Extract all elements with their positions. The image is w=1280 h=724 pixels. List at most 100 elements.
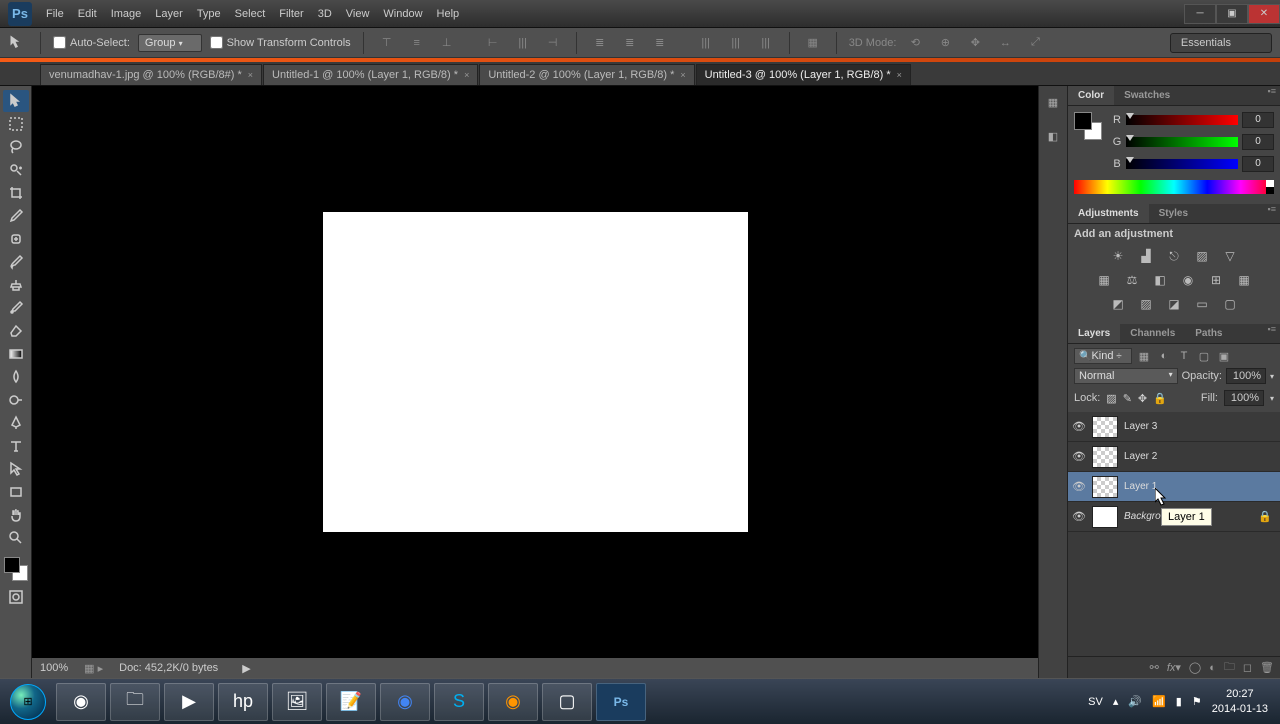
panel-menu-icon[interactable]: ▪≡ — [1268, 324, 1280, 343]
layer-name[interactable]: Layer 2 — [1124, 451, 1157, 462]
distribute-hcenter-icon[interactable]: ||| — [725, 32, 747, 54]
dodge-tool[interactable] — [3, 389, 29, 411]
align-right-icon[interactable]: ⊣ — [542, 32, 564, 54]
zoom-level[interactable]: 100% — [40, 662, 68, 674]
clone-stamp-tool[interactable] — [3, 274, 29, 296]
levels-icon[interactable]: ▟ — [1137, 248, 1155, 264]
healing-brush-tool[interactable] — [3, 228, 29, 250]
document-tab-1[interactable]: Untitled-1 @ 100% (Layer 1, RGB/8) *× — [263, 64, 478, 85]
menu-file[interactable]: File — [46, 8, 64, 20]
align-bottom-icon[interactable]: ⊥ — [436, 32, 458, 54]
filter-type-icon[interactable]: T — [1176, 348, 1192, 364]
move-tool[interactable] — [3, 90, 29, 112]
3d-slide-icon[interactable]: ↔ — [994, 32, 1016, 54]
filter-adjust-icon[interactable]: ◐ — [1156, 348, 1172, 364]
opacity-value[interactable]: 100% — [1226, 368, 1266, 384]
color-swatches[interactable] — [4, 557, 28, 581]
quick-mask-tool[interactable] — [3, 586, 29, 608]
color-tab[interactable]: Color — [1068, 86, 1114, 105]
3d-orbit-icon[interactable]: ⟲ — [904, 32, 926, 54]
swatches-tab[interactable]: Swatches — [1114, 86, 1180, 105]
tab-close-icon[interactable]: × — [897, 70, 902, 80]
lock-position-icon[interactable]: ✥ — [1138, 392, 1147, 405]
menu-help[interactable]: Help — [437, 8, 460, 20]
quick-select-tool[interactable] — [3, 159, 29, 181]
blend-mode-dropdown[interactable]: Normal ▾ — [1074, 368, 1178, 384]
document-tab-2[interactable]: Untitled-2 @ 100% (Layer 1, RGB/8) *× — [479, 64, 694, 85]
color-swatch-pair[interactable] — [1074, 112, 1102, 140]
filter-kind-dropdown[interactable]: 🔍Kind ÷ — [1074, 348, 1132, 364]
panel-menu-icon[interactable]: ▪≡ — [1268, 86, 1280, 105]
invert-icon[interactable]: ◩ — [1109, 296, 1127, 312]
curves-icon[interactable]: ⎋ — [1165, 248, 1183, 264]
auto-align-icon[interactable]: ▦ — [802, 32, 824, 54]
visibility-icon[interactable]: 👁 — [1072, 450, 1086, 464]
minimize-button[interactable]: ─ — [1184, 4, 1216, 24]
layer-row-0[interactable]: 👁Layer 3 — [1068, 412, 1280, 442]
auto-select-dropdown[interactable]: Group ▾ — [138, 34, 202, 52]
layer-fx-icon[interactable]: fx▾ — [1167, 661, 1181, 674]
taskbar-skype[interactable]: S — [434, 683, 484, 721]
tab-close-icon[interactable]: × — [680, 70, 685, 80]
status-icon[interactable]: ▦ ▸ — [84, 662, 103, 675]
color-balance-icon[interactable]: ⚖ — [1123, 272, 1141, 288]
document-tab-0[interactable]: venumadhav-1.jpg @ 100% (RGB/8#) *× — [40, 64, 262, 85]
adjustments-tab[interactable]: Adjustments — [1068, 204, 1149, 223]
tab-close-icon[interactable]: × — [248, 70, 253, 80]
menu-3d[interactable]: 3D — [318, 8, 332, 20]
posterize-icon[interactable]: ▨ — [1137, 296, 1155, 312]
delete-layer-icon[interactable]: 🗑 — [1260, 661, 1274, 674]
layer-mask-icon[interactable]: ◯ — [1189, 661, 1201, 674]
fill-value[interactable]: 100% — [1224, 390, 1264, 406]
selective-color-icon[interactable]: ▢ — [1221, 296, 1239, 312]
canvas-viewport[interactable] — [32, 86, 1038, 658]
taskbar-photoshop[interactable]: Ps — [596, 683, 646, 721]
maximize-button[interactable]: ▣ — [1216, 4, 1248, 24]
align-vcenter-icon[interactable]: ≡ — [406, 32, 428, 54]
new-layer-icon[interactable]: ◻ — [1243, 661, 1252, 674]
exposure-icon[interactable]: ▨ — [1193, 248, 1211, 264]
visibility-icon[interactable]: 👁 — [1072, 510, 1086, 524]
tray-volume-icon[interactable]: 🔊 — [1128, 695, 1142, 708]
taskbar-explorer[interactable]: 🗀 — [110, 683, 160, 721]
hand-tool[interactable] — [3, 504, 29, 526]
history-panel-icon[interactable]: ▦ — [1043, 92, 1063, 112]
g-value[interactable]: 0 — [1242, 134, 1274, 150]
lock-pixels-icon[interactable]: ✎ — [1123, 392, 1132, 405]
path-select-tool[interactable] — [3, 458, 29, 480]
zoom-tool[interactable] — [3, 527, 29, 549]
align-left-icon[interactable]: ⊢ — [482, 32, 504, 54]
layer-thumbnail[interactable] — [1092, 506, 1118, 528]
lock-all-icon[interactable]: 🔒 — [1153, 392, 1167, 405]
threshold-icon[interactable]: ◪ — [1165, 296, 1183, 312]
3d-roll-icon[interactable]: ⊕ — [934, 32, 956, 54]
filter-smart-icon[interactable]: ▣ — [1216, 348, 1232, 364]
distribute-bottom-icon[interactable]: ≣ — [649, 32, 671, 54]
taskbar-app-1[interactable]: ◉ — [56, 683, 106, 721]
b-slider[interactable] — [1126, 159, 1238, 169]
blur-tool[interactable] — [3, 366, 29, 388]
layer-row-2[interactable]: 👁Layer 1 — [1068, 472, 1280, 502]
menu-view[interactable]: View — [346, 8, 370, 20]
align-top-icon[interactable]: ⊤ — [376, 32, 398, 54]
paths-tab[interactable]: Paths — [1185, 324, 1232, 343]
menu-select[interactable]: Select — [235, 8, 266, 20]
photo-filter-icon[interactable]: ◉ — [1179, 272, 1197, 288]
taskbar-notes[interactable]: 📝 — [326, 683, 376, 721]
pen-tool[interactable] — [3, 412, 29, 434]
link-layers-icon[interactable]: ⚯ — [1150, 661, 1159, 674]
type-tool[interactable] — [3, 435, 29, 457]
lock-transparency-icon[interactable]: ▨ — [1106, 392, 1116, 405]
layer-name[interactable]: Layer 3 — [1124, 421, 1157, 432]
menu-window[interactable]: Window — [383, 8, 422, 20]
doc-info[interactable]: Doc: 452,2K/0 bytes — [119, 662, 218, 674]
tab-close-icon[interactable]: × — [464, 70, 469, 80]
layer-name[interactable]: Layer 1 — [1124, 481, 1157, 492]
document-canvas[interactable] — [323, 212, 748, 532]
distribute-left-icon[interactable]: ||| — [695, 32, 717, 54]
properties-panel-icon[interactable]: ◧ — [1043, 126, 1063, 146]
document-tab-3[interactable]: Untitled-3 @ 100% (Layer 1, RGB/8) *× — [696, 64, 911, 85]
tray-chevron-icon[interactable]: ▴ — [1113, 695, 1119, 708]
g-slider[interactable] — [1126, 137, 1238, 147]
vibrance-icon[interactable]: ▽ — [1221, 248, 1239, 264]
